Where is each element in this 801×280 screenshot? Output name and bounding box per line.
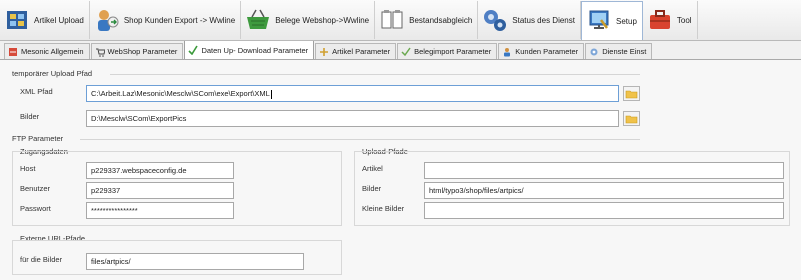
toolbar-label: Artikel Upload bbox=[34, 15, 84, 25]
bilder-path-browse-folder-icon[interactable] bbox=[623, 111, 640, 126]
toolbar-artikel-upload-button[interactable]: Artikel Upload bbox=[0, 1, 90, 39]
ftp-bilder-value: html/typo3/shop/files/artpics/ bbox=[429, 186, 524, 195]
tab-belegimport-parameter[interactable]: Belegimport Parameter bbox=[397, 43, 498, 59]
upload-path-group-title: temporärer Upload Pfad bbox=[12, 69, 93, 78]
artikel-upload-icon bbox=[7, 11, 27, 29]
kleine-bilder-input[interactable] bbox=[424, 202, 784, 219]
ftp-bilder-label: Bilder bbox=[362, 184, 382, 193]
bilder-path-input[interactable]: D:\Mesclw\SCom\ExportPics bbox=[86, 110, 619, 127]
kunden-icon bbox=[504, 47, 511, 56]
host-value: p229337.webspaceconfig.de bbox=[91, 166, 187, 175]
benutzer-value: p229337 bbox=[91, 186, 121, 195]
tools-icon bbox=[649, 10, 670, 29]
settings-tab-strip: Mesonic Allgemein WebShop Parameter Date… bbox=[0, 41, 801, 60]
tab-label: Daten Up- Download Parameter bbox=[201, 45, 309, 55]
text-cursor bbox=[270, 89, 272, 99]
artikel-path-label: Artikel bbox=[362, 164, 383, 173]
toolbar-status-dienst-button[interactable]: Status des Dienst bbox=[478, 1, 581, 39]
cart-icon bbox=[95, 48, 105, 57]
artikel-path-input[interactable] bbox=[424, 162, 784, 179]
belege-basket-icon bbox=[247, 9, 270, 29]
belegimport-icon bbox=[401, 47, 411, 56]
settings-panel: temporärer Upload Pfad XML Pfad C:\Arbei… bbox=[0, 60, 801, 280]
passwort-label: Passwort bbox=[20, 204, 51, 213]
ftp-group-title: FTP Parameter bbox=[12, 134, 64, 143]
toolbar-label: Shop Kunden Export -> Wwline bbox=[123, 15, 236, 25]
tab-daten-up-download[interactable]: Daten Up- Download Parameter bbox=[184, 41, 315, 59]
xml-path-input[interactable]: C:\Arbeit.Laz\Mesonic\Mesclw\SCom\exe\Ex… bbox=[86, 85, 619, 102]
ftp-bilder-input[interactable]: html/typo3/shop/files/artpics/ bbox=[424, 182, 784, 199]
toolbar-shop-kunden-export-button[interactable]: Shop Kunden Export -> Wwline bbox=[90, 1, 242, 39]
dienste-icon bbox=[590, 48, 598, 55]
extern-bilder-label: für die Bilder bbox=[20, 255, 63, 264]
passwort-value: **************** bbox=[91, 206, 138, 215]
divider bbox=[110, 74, 640, 75]
host-input[interactable]: p229337.webspaceconfig.de bbox=[86, 162, 234, 179]
tab-label: Kunden Parameter bbox=[515, 47, 579, 56]
tab-kunden-parameter[interactable]: Kunden Parameter bbox=[498, 43, 585, 59]
toolbar-belege-webshop-button[interactable]: Belege Webshop->Wwline bbox=[241, 1, 376, 39]
tab-label: WebShop Parameter bbox=[107, 47, 178, 56]
mesonic-icon bbox=[9, 47, 17, 56]
xml-path-value: C:\Arbeit.Laz\Mesonic\Mesclw\SCom\exe\Ex… bbox=[91, 89, 270, 98]
extern-bilder-input[interactable]: files/artpics/ bbox=[86, 253, 304, 270]
host-label: Host bbox=[20, 164, 36, 173]
tab-label: Belegimport Parameter bbox=[414, 47, 492, 56]
tab-artikel-parameter[interactable]: Artikel Parameter bbox=[315, 43, 397, 59]
artikel-icon bbox=[320, 47, 329, 56]
tab-label: Dienste Einst bbox=[602, 47, 647, 56]
bestandsabgleich-icon bbox=[381, 10, 403, 29]
bilder-path-label: Bilder bbox=[20, 112, 40, 121]
benutzer-input[interactable]: p229337 bbox=[86, 182, 234, 199]
xml-path-browse-folder-icon[interactable] bbox=[623, 86, 640, 101]
tab-webshop-parameter[interactable]: WebShop Parameter bbox=[90, 43, 184, 59]
benutzer-label: Benutzer bbox=[20, 184, 51, 193]
tab-label: Artikel Parameter bbox=[332, 47, 391, 56]
toolbar-label: Status des Dienst bbox=[512, 15, 575, 25]
bilder-path-value: D:\Mesclw\SCom\ExportPics bbox=[91, 114, 187, 123]
tab-dienste-einstellungen[interactable]: Dienste Einst bbox=[585, 43, 653, 59]
setup-icon bbox=[589, 10, 609, 29]
toolbar-tools-button[interactable]: Tool bbox=[643, 1, 698, 39]
passwort-input[interactable]: **************** bbox=[86, 202, 234, 219]
kleine-bilder-label: Kleine Bilder bbox=[362, 204, 405, 213]
toolbar-label: Bestandsabgleich bbox=[409, 15, 473, 25]
extern-bilder-value: files/artpics/ bbox=[91, 257, 131, 266]
status-dienst-icon bbox=[484, 10, 507, 31]
shop-kunden-icon bbox=[97, 10, 119, 31]
toolbar-bestandsabgleich-button[interactable]: Bestandsabgleich bbox=[375, 1, 479, 39]
main-toolbar: Artikel Upload Shop Kunden Export -> Wwl… bbox=[0, 0, 801, 41]
toolbar-label: Setup bbox=[615, 16, 637, 26]
divider bbox=[80, 139, 640, 140]
toolbar-label: Belege Webshop->Wwline bbox=[275, 15, 370, 25]
xml-path-label: XML Pfad bbox=[20, 87, 53, 96]
toolbar-label: Tool bbox=[676, 15, 692, 25]
tab-mesonic-allgemein[interactable]: Mesonic Allgemein bbox=[4, 43, 90, 59]
transfer-icon bbox=[188, 45, 199, 55]
tab-label: Mesonic Allgemein bbox=[21, 47, 84, 56]
toolbar-setup-button[interactable]: Setup bbox=[580, 0, 643, 40]
